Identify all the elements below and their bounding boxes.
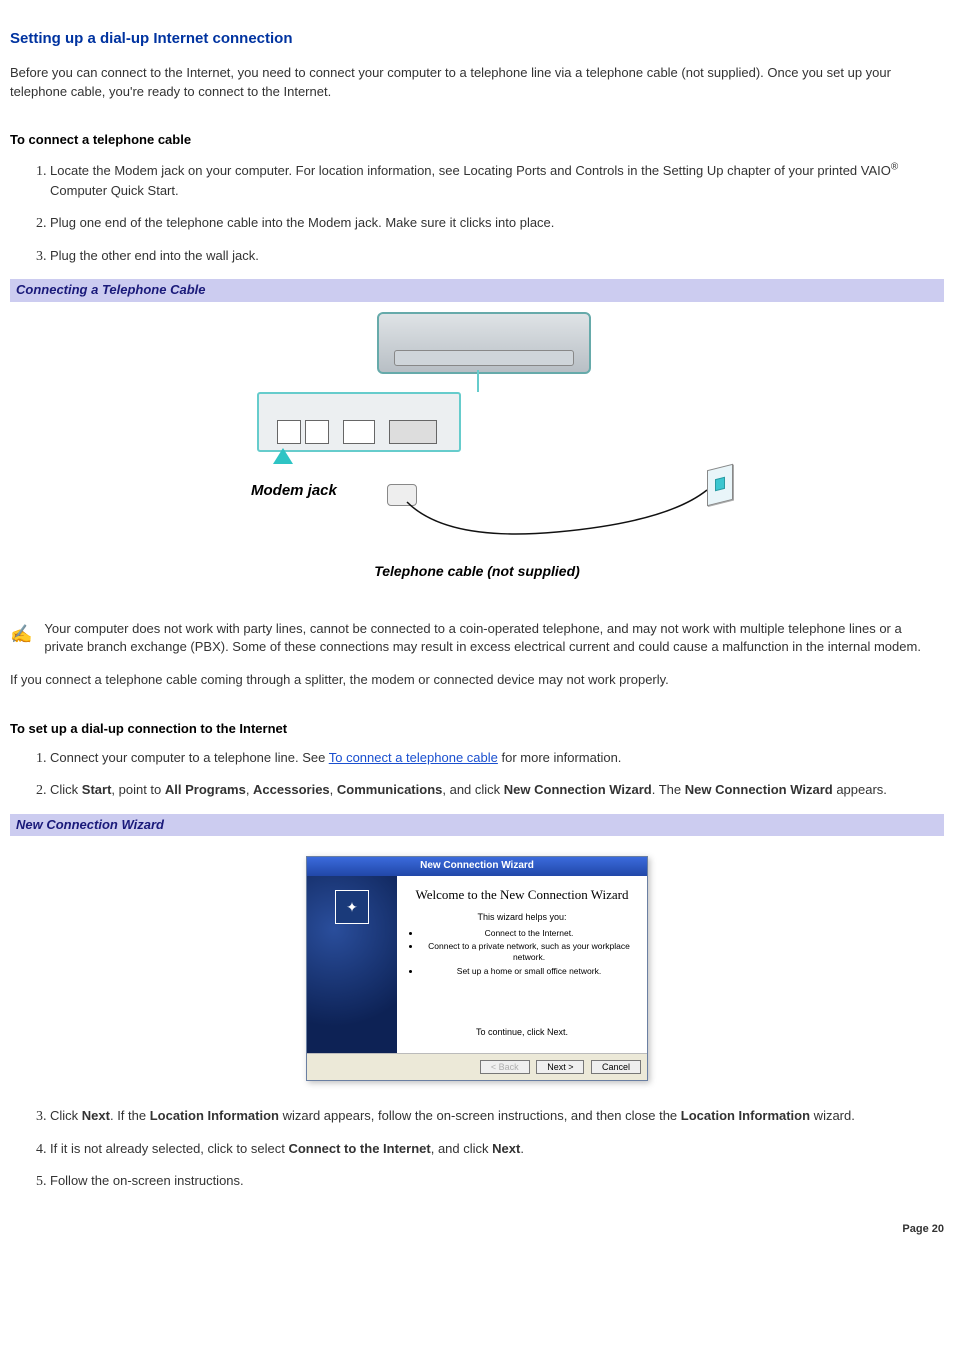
wizard-sidebar: ✦	[307, 876, 397, 1053]
modem-jack-port-icon	[277, 420, 301, 444]
cable-line-icon	[387, 472, 737, 552]
step-b-1: Connect your computer to a telephone lin…	[50, 749, 944, 769]
step-b-3: Click Next. If the Location Information …	[50, 1107, 944, 1127]
t: appears.	[833, 782, 887, 797]
page-number: Page 20	[10, 1222, 944, 1238]
all-programs-label: All Programs	[165, 782, 246, 797]
wizard-heading: Welcome to the New Connection Wizard	[407, 886, 637, 905]
t: , and click	[442, 782, 503, 797]
port-icon	[343, 420, 375, 444]
t: If it is not already selected, click to …	[50, 1141, 288, 1156]
step-a-2: Plug one end of the telephone cable into…	[50, 214, 944, 234]
section-b-heading: To set up a dial-up connection to the In…	[10, 720, 944, 739]
splitter-note: If you connect a telephone cable coming …	[10, 671, 944, 690]
laptop-icon	[377, 312, 591, 374]
step-a-1: Locate the Modem jack on your computer. …	[50, 160, 944, 202]
new-connection-wizard-label: New Connection Wizard	[685, 782, 833, 797]
steps-a-list: Locate the Modem jack on your computer. …	[10, 160, 944, 267]
port-icon	[305, 420, 329, 444]
step-a-1-text-b: Computer Quick Start.	[50, 183, 179, 198]
t: wizard.	[810, 1108, 855, 1123]
t: Click	[50, 1108, 82, 1123]
steps-b-list-continued: Click Next. If the Location Information …	[10, 1107, 944, 1192]
t: , point to	[111, 782, 164, 797]
wizard-bullet-1: Connect to the Internet.	[421, 928, 637, 939]
note-icon: ✍	[10, 620, 32, 647]
wizard-titlebar: New Connection Wizard	[307, 857, 647, 876]
figure2-body: New Connection Wizard ✦ Welcome to the N…	[10, 836, 944, 1101]
step-b-2: Click Start, point to All Programs, Acce…	[50, 781, 944, 801]
new-connection-wizard-label: New Connection Wizard	[504, 782, 652, 797]
communications-label: Communications	[337, 782, 442, 797]
steps-b-list: Connect your computer to a telephone lin…	[10, 749, 944, 802]
step-a-2-text: Plug one end of the telephone cable into…	[50, 215, 554, 230]
t: .	[520, 1141, 524, 1156]
step-b-4: If it is not already selected, click to …	[50, 1140, 944, 1160]
t: Click	[50, 782, 82, 797]
page-title: Setting up a dial-up Internet connection	[10, 28, 944, 50]
telephone-cable-link[interactable]: To connect a telephone cable	[329, 750, 498, 765]
section-a-heading: To connect a telephone cable	[10, 131, 944, 150]
step-a-3-text: Plug the other end into the wall jack.	[50, 248, 259, 263]
step-a-1-text-a: Locate the Modem jack on your computer. …	[50, 163, 891, 178]
port-icon	[389, 420, 437, 444]
wizard-window: New Connection Wizard ✦ Welcome to the N…	[306, 856, 648, 1081]
arrow-up-icon	[273, 448, 293, 464]
wizard-back-button: < Back	[480, 1060, 530, 1074]
wizard-button-row: < Back Next > Cancel	[307, 1053, 647, 1080]
wizard-continue: To continue, click Next.	[407, 1026, 637, 1039]
figure2-caption: New Connection Wizard	[10, 814, 944, 837]
wizard-globe-icon: ✦	[335, 890, 369, 924]
wizard-bullet-2: Connect to a private network, such as yo…	[421, 941, 637, 962]
port-panel-icon	[257, 392, 461, 452]
modem-diagram: Modem jack Telephone cable (not supplied…	[207, 312, 747, 582]
wizard-helps: This wizard helps you:	[407, 911, 637, 924]
wall-jack-icon	[707, 463, 733, 505]
t: , and click	[431, 1141, 492, 1156]
step-a-3: Plug the other end into the wall jack.	[50, 247, 944, 267]
wizard-bullet-3: Set up a home or small office network.	[421, 966, 637, 977]
step-b-5: Follow the on-screen instructions.	[50, 1172, 944, 1192]
accessories-label: Accessories	[253, 782, 330, 797]
intro-paragraph: Before you can connect to the Internet, …	[10, 64, 944, 102]
start-label: Start	[82, 782, 112, 797]
wizard-next-button[interactable]: Next >	[536, 1060, 584, 1074]
modem-jack-label: Modem jack	[251, 480, 337, 502]
t: ,	[330, 782, 337, 797]
note-block: ✍ Your computer does not work with party…	[10, 620, 944, 658]
registered-symbol: ®	[891, 161, 898, 172]
step-b-5-text: Follow the on-screen instructions.	[50, 1173, 244, 1188]
wizard-content: Welcome to the New Connection Wizard Thi…	[397, 876, 647, 1053]
location-information-label: Location Information	[150, 1108, 279, 1123]
note-text: Your computer does not work with party l…	[44, 620, 944, 658]
next-label: Next	[492, 1141, 520, 1156]
wizard-cancel-button[interactable]: Cancel	[591, 1060, 641, 1074]
t: . If the	[110, 1108, 150, 1123]
t: ,	[246, 782, 253, 797]
diagram-connector-line	[477, 370, 479, 392]
t: . The	[652, 782, 685, 797]
t: wizard appears, follow the on-screen ins…	[279, 1108, 681, 1123]
next-label: Next	[82, 1108, 110, 1123]
location-information-label: Location Information	[681, 1108, 810, 1123]
step-b-1-post: for more information.	[498, 750, 622, 765]
cable-label: Telephone cable (not supplied)	[207, 561, 747, 581]
figure1-body: Modem jack Telephone cable (not supplied…	[10, 302, 944, 602]
step-b-1-pre: Connect your computer to a telephone lin…	[50, 750, 329, 765]
connect-to-internet-label: Connect to the Internet	[288, 1141, 430, 1156]
figure1-caption: Connecting a Telephone Cable	[10, 279, 944, 302]
